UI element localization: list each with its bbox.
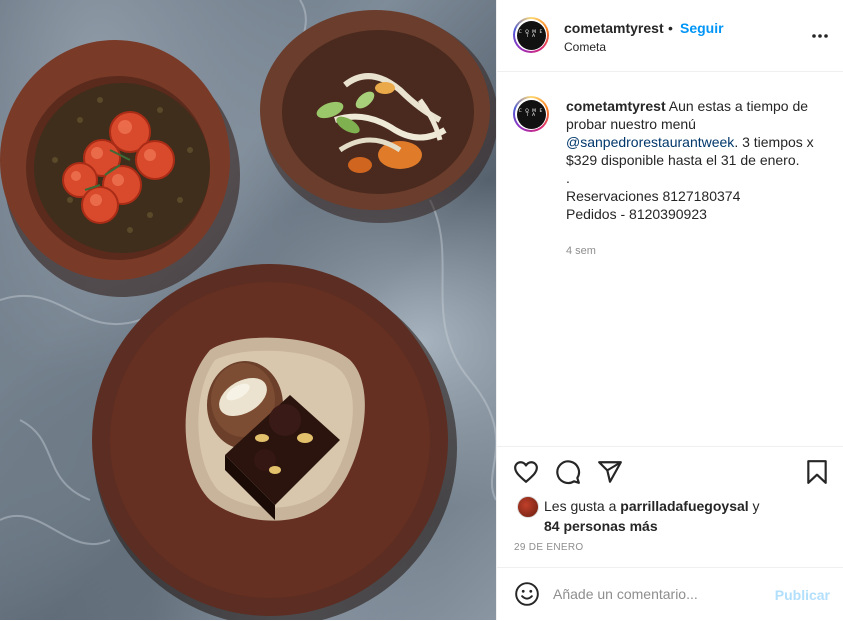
likes-prefix: Les gusta a [544, 498, 621, 514]
cometa-logo: C O M E T A [516, 99, 546, 129]
caption-text: cometamtyrest Aun estas a tiempo de prob… [566, 97, 828, 223]
location-link[interactable]: Cometa [564, 40, 606, 54]
cometa-logo: C O M E T A [516, 20, 546, 50]
comment-bar: Publicar [497, 567, 843, 621]
post-photo[interactable] [0, 0, 496, 620]
caption-username[interactable]: cometamtyrest [566, 98, 666, 114]
comment-input[interactable] [553, 580, 753, 608]
liker-avatar[interactable] [517, 496, 539, 518]
likes-count[interactable]: 84 personas más [544, 518, 658, 534]
post-date[interactable]: 29 DE ENERO [514, 542, 583, 553]
caption-separator: . [566, 170, 570, 186]
likes-summary: Les gusta a parrilladafuegoysal y 84 pers… [544, 496, 784, 536]
bookmark-icon[interactable] [804, 459, 830, 485]
food-photo-illustration [0, 0, 496, 620]
follow-button[interactable]: Seguir [680, 20, 724, 36]
comment-icon[interactable] [555, 459, 581, 485]
share-icon[interactable] [597, 459, 623, 485]
liker-username[interactable]: parrilladafuegoysal [620, 498, 748, 514]
caption-reservations: Reservaciones 8127180374 [566, 188, 741, 204]
more-options-icon[interactable] [810, 28, 830, 44]
profile-avatar[interactable]: C O M E T A [513, 17, 549, 53]
publish-button[interactable]: Publicar [775, 587, 830, 603]
emoji-icon[interactable] [514, 581, 540, 607]
likes-middle: y [748, 498, 760, 514]
post-panel: C O M E T A cometamtyrest • Seguir Comet… [496, 0, 843, 620]
caption-avatar[interactable]: C O M E T A [513, 96, 549, 132]
caption-mention[interactable]: @sanpedrorestaurantweek [566, 134, 734, 150]
caption-orders: Pedidos - 8120390923 [566, 206, 707, 222]
post-header: C O M E T A cometamtyrest • Seguir Comet… [497, 0, 843, 72]
separator-dot: • [668, 20, 673, 36]
heart-icon[interactable] [513, 459, 539, 485]
caption-timestamp[interactable]: 4 sem [566, 245, 596, 257]
username-link[interactable]: cometamtyrest [564, 20, 664, 36]
post-actions: Les gusta a parrilladafuegoysal y 84 pers… [497, 446, 843, 620]
